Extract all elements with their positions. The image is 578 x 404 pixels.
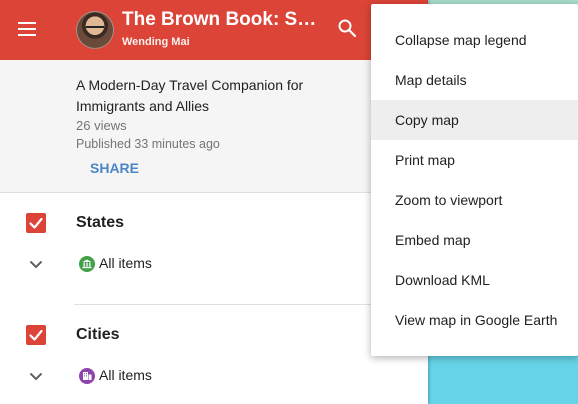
menu-item-view-in-google-earth[interactable]: View map in Google Earth bbox=[371, 300, 578, 340]
menu-item-zoom-to-viewport[interactable]: Zoom to viewport bbox=[371, 180, 578, 220]
building-icon bbox=[79, 368, 95, 384]
map-title: The Brown Book: San... bbox=[122, 9, 322, 30]
menu-item-collapse-map-legend[interactable]: Collapse map legend bbox=[371, 20, 578, 60]
layer-name[interactable]: States bbox=[76, 214, 124, 232]
menu-item-copy-map[interactable]: Copy map bbox=[371, 100, 578, 140]
map-description: A Modern-Day Travel Companion for Immigr… bbox=[76, 77, 304, 114]
menu-item-map-details[interactable]: Map details bbox=[371, 60, 578, 100]
map-info-section: A Modern-Day Travel Companion for Immigr… bbox=[0, 60, 428, 193]
panel-header: The Brown Book: San... Wending Mai bbox=[0, 0, 428, 60]
map-legend-panel: The Brown Book: San... Wending Mai A Mod… bbox=[0, 0, 428, 404]
menu-item-embed-map[interactable]: Embed map bbox=[371, 220, 578, 260]
map-options-menu: Collapse map legend Map details Copy map… bbox=[371, 4, 578, 356]
checkmark-icon bbox=[29, 329, 43, 341]
published-time: Published 33 minutes ago bbox=[76, 137, 220, 151]
layer-cities: Cities All items bbox=[0, 305, 428, 404]
chevron-down-icon[interactable] bbox=[27, 367, 45, 385]
search-icon[interactable] bbox=[337, 18, 357, 38]
view-count: 26 views bbox=[76, 118, 127, 133]
menu-item-print-map[interactable]: Print map bbox=[371, 140, 578, 180]
menu-icon[interactable] bbox=[18, 20, 38, 36]
all-items-label[interactable]: All items bbox=[99, 255, 152, 271]
share-button[interactable]: SHARE bbox=[90, 160, 139, 176]
layer-cities-checkbox[interactable] bbox=[26, 325, 46, 345]
layer-states-checkbox[interactable] bbox=[26, 213, 46, 233]
landmark-icon bbox=[79, 256, 95, 272]
layer-name[interactable]: Cities bbox=[76, 326, 120, 344]
menu-item-download-kml[interactable]: Download KML bbox=[371, 260, 578, 300]
app-root: The Brown Book: San... Wending Mai A Mod… bbox=[0, 0, 578, 404]
author-name: Wending Mai bbox=[122, 36, 190, 48]
layer-states: States All items bbox=[0, 193, 428, 293]
all-items-label[interactable]: All items bbox=[99, 367, 152, 383]
avatar[interactable] bbox=[76, 11, 114, 49]
checkmark-icon bbox=[29, 217, 43, 229]
chevron-down-icon[interactable] bbox=[27, 255, 45, 273]
